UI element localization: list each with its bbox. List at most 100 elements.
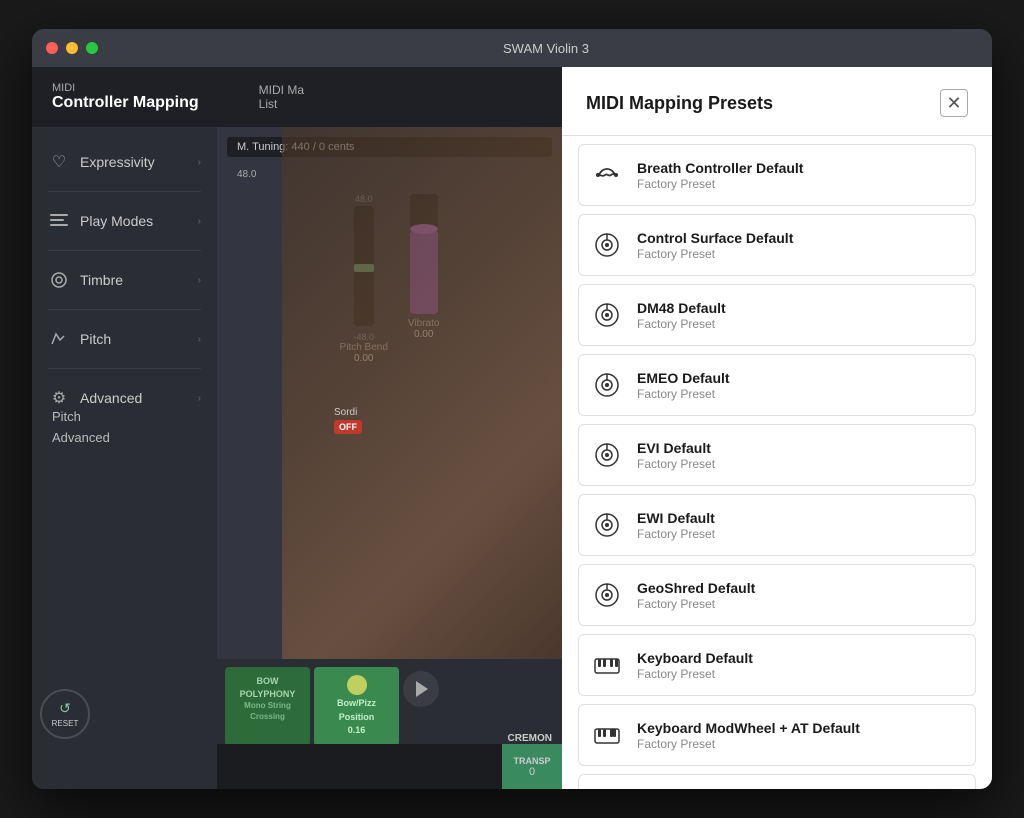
preset-item-dm48[interactable]: DM48 Default Factory Preset (578, 284, 976, 346)
dm48-icon (589, 297, 625, 333)
control-text: Control Surface Default Factory Preset (637, 230, 793, 261)
keyboard-modwheel-name: Keyboard ModWheel + AT Default (637, 720, 860, 736)
sidebar-divider-3 (48, 309, 201, 310)
keyboard-text: Keyboard Default Factory Preset (637, 650, 753, 681)
title-bar: SWAM Violin 3 (32, 29, 992, 67)
window-title: SWAM Violin 3 (114, 41, 978, 56)
sidebar-divider-1 (48, 191, 201, 192)
reset-label: RESET (52, 719, 79, 728)
control-sub: Factory Preset (637, 247, 793, 261)
emeo-sub: Factory Preset (637, 387, 730, 401)
sord-label: Sordi (334, 407, 362, 418)
keyboard-icon (589, 647, 625, 683)
bow-pizz-value: 0.16 (324, 724, 389, 738)
dm48-name: DM48 Default (637, 300, 726, 316)
reset-icon: ↺ (59, 700, 71, 717)
list-label: List (259, 97, 304, 111)
sidebar-item-expressivity[interactable]: ♡ Expressivity › (32, 137, 217, 187)
sidebar-item-advanced[interactable]: ⚙ Advanced › (32, 373, 217, 423)
geoshred-sub: Factory Preset (637, 597, 755, 611)
expressivity-label: Expressivity (80, 154, 155, 170)
play-icon (416, 681, 428, 697)
sidebar-item-timbre[interactable]: Timbre › (32, 255, 217, 305)
overlay-title: MIDI Mapping Presets (586, 93, 773, 114)
daw-header: MIDI Controller Mapping MIDI Ma List (32, 67, 562, 127)
expressivity-chevron: › (198, 157, 201, 168)
preset-item-ewi[interactable]: EWI Default Factory Preset (578, 494, 976, 556)
preset-item-linnstrument[interactable]: LinnStrument Default Factory Preset (578, 774, 976, 789)
reset-button[interactable]: ↺ RESET (40, 689, 90, 739)
bow-poly-line2: POLYPHONY (235, 688, 300, 701)
close-button[interactable]: ✕ (940, 89, 968, 117)
bow-pizz-dial (347, 675, 367, 695)
geoshred-text: GeoShred Default Factory Preset (637, 580, 755, 611)
preset-item-breath[interactable]: Breath Controller Default Factory Preset (578, 144, 976, 206)
bow-pizz-label: Bow/Pizz Position (324, 697, 389, 724)
bow-pizz-btn[interactable]: Bow/Pizz Position 0.16 (314, 667, 399, 746)
transport-label: TRANSP (513, 756, 550, 766)
geoshred-icon (589, 577, 625, 613)
main-content: MIDI Controller Mapping MIDI Ma List ♡ E… (32, 67, 992, 789)
breath-icon (589, 157, 625, 193)
daw-header-left: MIDI Controller Mapping (52, 82, 199, 112)
sidebar-item-play-modes[interactable]: Play Modes › (32, 196, 217, 246)
preset-item-evi[interactable]: EVI Default Factory Preset (578, 424, 976, 486)
breath-name: Breath Controller Default (637, 160, 803, 176)
preset-item-emeo[interactable]: EMEO Default Factory Preset (578, 354, 976, 416)
sidebar-item-pitch[interactable]: Pitch › (32, 314, 217, 364)
pitch-value-top: 48.0 (237, 169, 256, 180)
transport-area: TRANSP 0 (502, 744, 562, 789)
daw-header-right: MIDI Ma List (259, 83, 304, 111)
ewi-name: EWI Default (637, 510, 715, 526)
midi-label: MIDI (52, 82, 199, 94)
left-panel: MIDI Controller Mapping MIDI Ma List ♡ E… (32, 67, 562, 789)
presets-list: Breath Controller Default Factory Preset (562, 136, 992, 789)
control-name: Control Surface Default (637, 230, 793, 246)
violin-image (282, 127, 562, 659)
evi-sub: Factory Preset (637, 457, 715, 471)
advanced-label: Advanced (80, 390, 142, 406)
minimize-button[interactable] (66, 42, 78, 54)
midi-mapping-label: MIDI Ma (259, 83, 304, 97)
keyboard-modwheel-icon (589, 717, 625, 753)
sidebar-divider-4 (48, 368, 201, 369)
midi-presets-panel: MIDI Mapping Presets ✕ Brea (562, 67, 992, 789)
preset-item-control[interactable]: Control Surface Default Factory Preset (578, 214, 976, 276)
sord-area: Sordi OFF (334, 407, 362, 434)
evi-name: EVI Default (637, 440, 715, 456)
play-modes-chevron: › (198, 216, 201, 227)
app-window: SWAM Violin 3 MIDI Controller Mapping MI… (32, 29, 992, 789)
evi-icon (589, 437, 625, 473)
keyboard-modwheel-text: Keyboard ModWheel + AT Default Factory P… (637, 720, 860, 751)
geoshred-name: GeoShred Default (637, 580, 755, 596)
emeo-icon (589, 367, 625, 403)
ewi-icon (589, 507, 625, 543)
maximize-button[interactable] (86, 42, 98, 54)
close-button[interactable] (46, 42, 58, 54)
timbre-icon (48, 269, 70, 291)
play-modes-label: Play Modes (80, 213, 153, 229)
timbre-label: Timbre (80, 272, 123, 288)
pitch-chevron: › (198, 334, 201, 345)
dm48-sub: Factory Preset (637, 317, 726, 331)
advanced-chevron: › (198, 393, 201, 404)
preset-item-keyboard-modwheel[interactable]: Keyboard ModWheel + AT Default Factory P… (578, 704, 976, 766)
cremon-label: CREMON (508, 733, 552, 744)
linnstrument-icon (589, 787, 625, 789)
traffic-lights (46, 42, 98, 54)
ewi-text: EWI Default Factory Preset (637, 510, 715, 541)
breath-text: Breath Controller Default Factory Preset (637, 160, 803, 191)
bow-polyphony-btn[interactable]: BOW POLYPHONY Mono String Crossing (225, 667, 310, 746)
sord-badge[interactable]: OFF (334, 420, 362, 434)
piano-roll: CREMON TRANSP 0 (217, 744, 562, 789)
ewi-sub: Factory Preset (637, 527, 715, 541)
preset-item-keyboard[interactable]: Keyboard Default Factory Preset (578, 634, 976, 696)
pitch-icon (48, 328, 70, 350)
pitch-label: Pitch (80, 331, 111, 347)
sidebar-divider-2 (48, 250, 201, 251)
bow-poly-line1: BOW (235, 675, 300, 688)
keyboard-name: Keyboard Default (637, 650, 753, 666)
breath-sub: Factory Preset (637, 177, 803, 191)
play-button[interactable] (403, 671, 439, 707)
preset-item-geoshred[interactable]: GeoShred Default Factory Preset (578, 564, 976, 626)
